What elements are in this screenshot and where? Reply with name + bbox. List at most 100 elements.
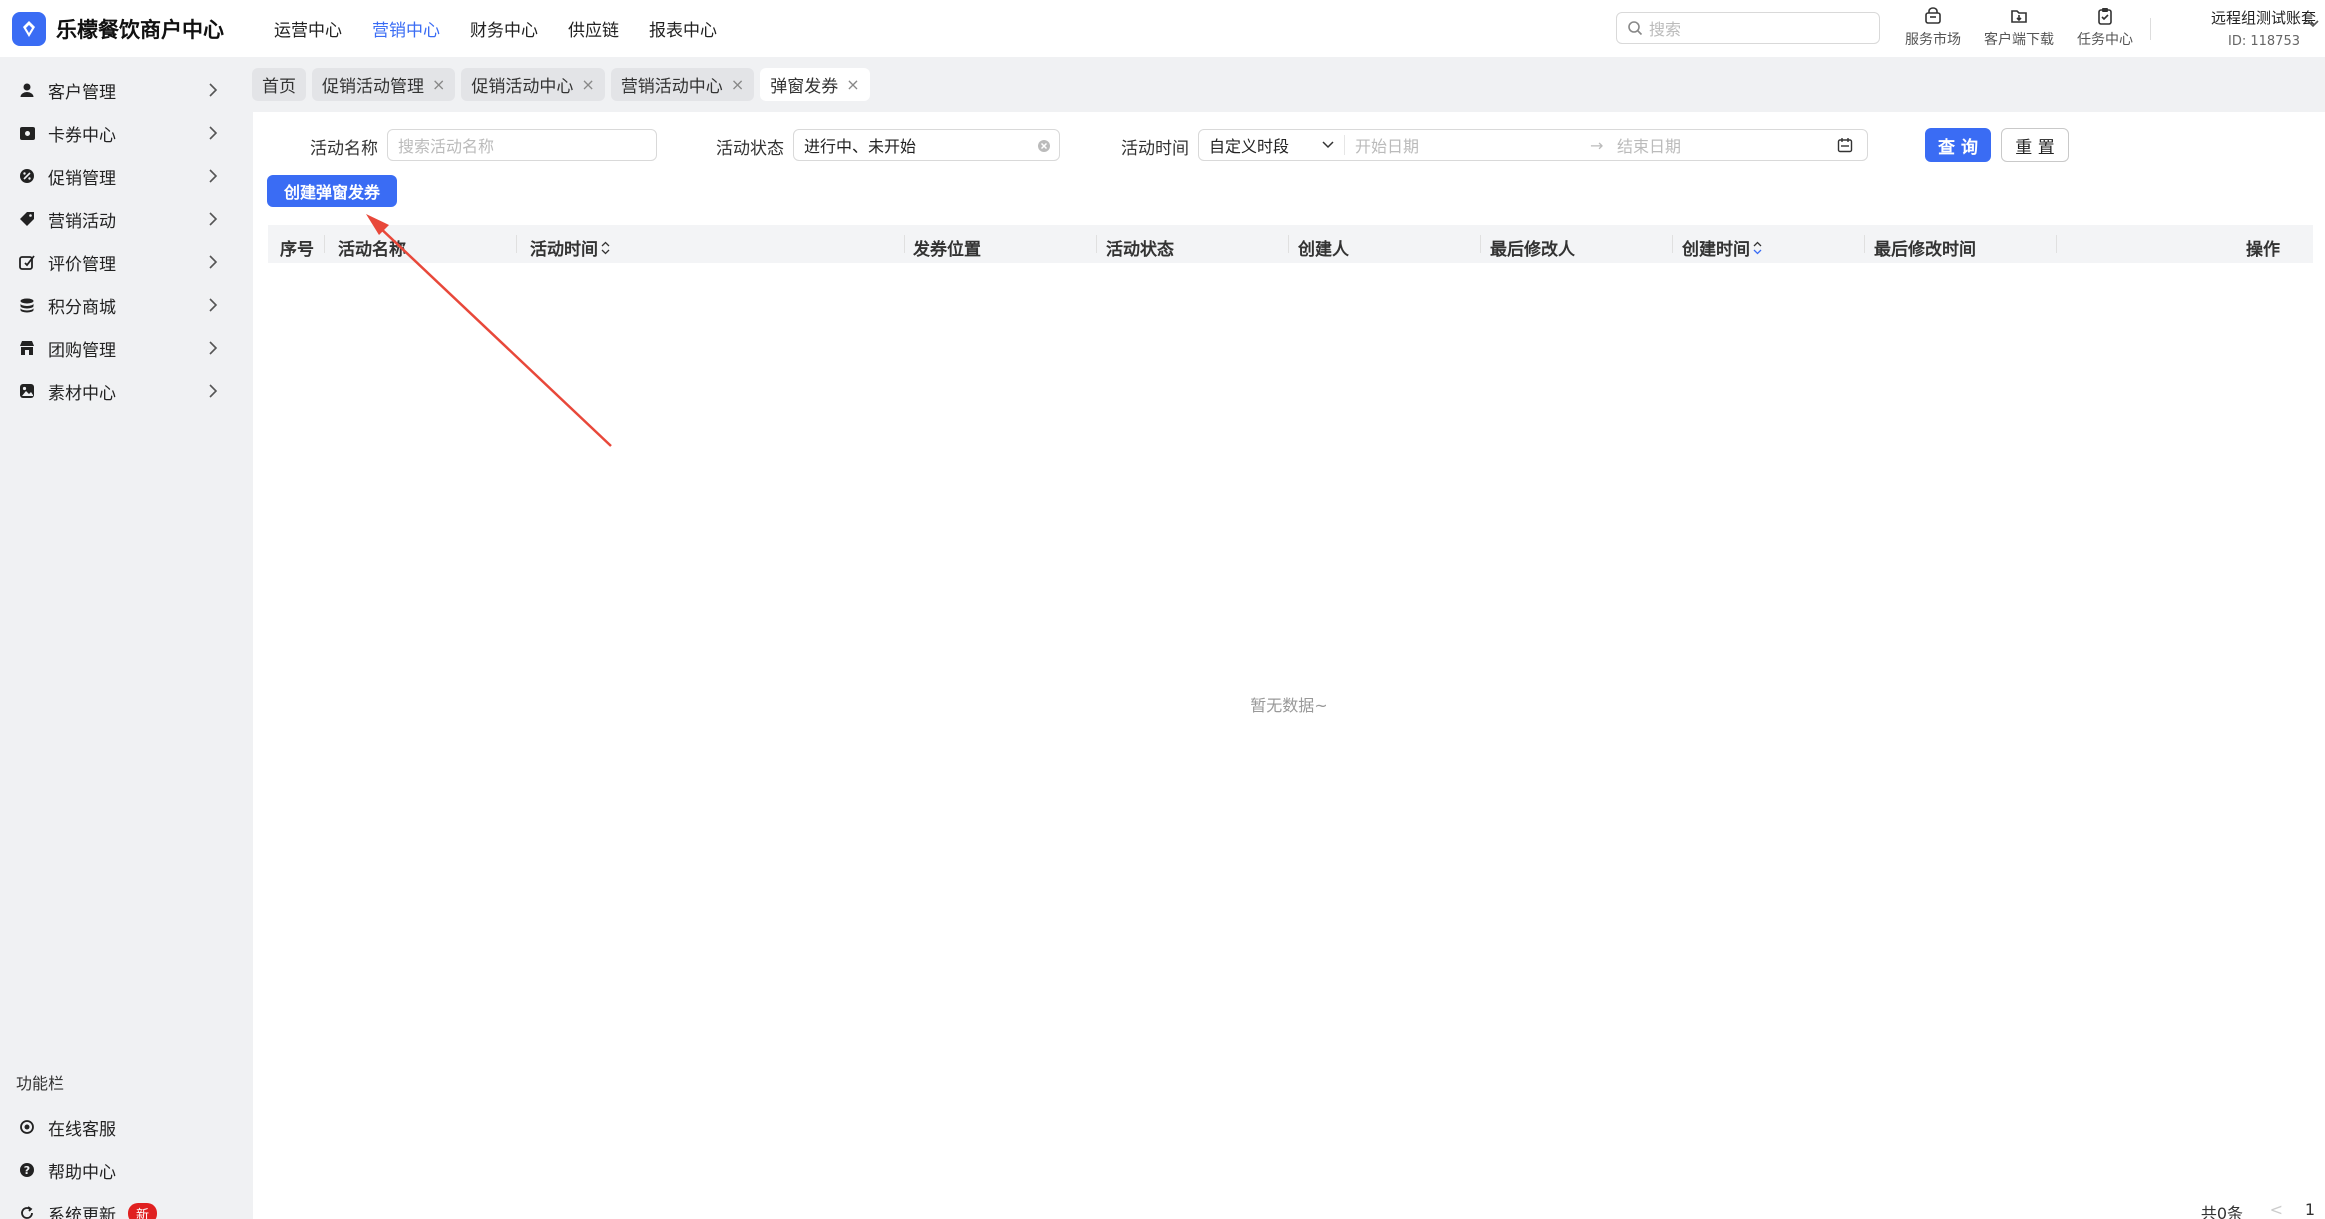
column-divider[interactable] xyxy=(1864,235,1865,253)
column-divider[interactable] xyxy=(516,235,517,253)
sidebar-item-help-center[interactable]: ? 帮助中心 xyxy=(0,1150,238,1190)
sidebar-item-system-update[interactable]: 系统更新 新 xyxy=(0,1193,238,1219)
logo-icon xyxy=(12,11,46,46)
topnav-marketing[interactable]: 营销中心 xyxy=(372,16,440,41)
tab-promotion-center[interactable]: 促销活动中心 × xyxy=(461,68,605,101)
headset-icon xyxy=(18,1118,36,1136)
close-icon[interactable]: × xyxy=(846,75,859,94)
column-header-activity-name: 活动名称 xyxy=(338,240,406,260)
sidebar-item-label: 促销管理 xyxy=(48,168,116,189)
topnav-finance[interactable]: 财务中心 xyxy=(470,16,538,41)
column-header-index: 序号 xyxy=(280,240,314,260)
column-header-coupon-position: 发券位置 xyxy=(913,240,981,260)
activity-status-value: 进行中、未开始 xyxy=(804,137,917,156)
sidebar-item-group-buying[interactable]: 团购管理 xyxy=(0,328,238,368)
sidebar-item-marketing-activities[interactable]: 营销活动 xyxy=(0,199,238,239)
sort-icon[interactable] xyxy=(601,241,610,255)
store-icon xyxy=(1925,7,1941,24)
task-center-label: 任务中心 xyxy=(2077,32,2133,48)
pagination-prev-button[interactable]: < xyxy=(2270,1200,2283,1219)
top-tools: 服务市场 客户端下载 任务中心 xyxy=(1890,6,2148,49)
pagination-page-1[interactable]: 1 xyxy=(2305,1200,2315,1219)
help-icon: ? xyxy=(18,1161,36,1179)
column-divider[interactable] xyxy=(1096,235,1097,253)
query-button[interactable]: 查 询 xyxy=(1925,128,1991,162)
tab-promotion-management[interactable]: 促销活动管理 × xyxy=(312,68,456,101)
tab-marketing-center[interactable]: 营销活动中心 × xyxy=(610,68,755,101)
close-icon[interactable]: × xyxy=(432,75,445,94)
reset-button[interactable]: 重 置 xyxy=(2001,128,2069,162)
column-header-creator: 创建人 xyxy=(1298,240,1349,260)
sidebar-item-customers[interactable]: 客户管理 xyxy=(0,70,238,110)
time-mode-value: 自定义时段 xyxy=(1209,137,1290,156)
user-icon xyxy=(18,81,36,99)
pagination-total: 共0条 xyxy=(2200,1204,2243,1219)
column-divider[interactable] xyxy=(1480,235,1481,253)
card-icon xyxy=(18,124,36,142)
sidebar-item-online-service[interactable]: 在线客服 xyxy=(0,1107,238,1147)
sidebar-item-promotions[interactable]: 促销管理 xyxy=(0,156,238,196)
topnav-reports[interactable]: 报表中心 xyxy=(649,16,717,41)
image-icon xyxy=(18,382,36,400)
close-icon[interactable]: × xyxy=(581,75,594,94)
chevron-right-icon xyxy=(209,341,218,355)
tab-popup-coupon[interactable]: 弹窗发券 × xyxy=(760,68,870,101)
column-divider[interactable] xyxy=(324,235,325,253)
chevron-right-icon xyxy=(209,126,218,140)
end-date-input[interactable]: 结束日期 xyxy=(1615,133,1837,157)
sidebar-item-materials[interactable]: 素材中心 xyxy=(0,371,238,411)
chevron-down-icon xyxy=(1322,141,1334,149)
top-divider xyxy=(2150,18,2151,40)
search-input[interactable]: 搜索 xyxy=(1616,12,1880,44)
start-date-input[interactable]: 开始日期 xyxy=(1345,133,1590,157)
promo-icon xyxy=(18,167,36,185)
service-market-button[interactable]: 服务市场 xyxy=(1890,6,1976,49)
search-placeholder: 搜索 xyxy=(1649,20,1682,39)
account-menu[interactable]: 远程组测试账套 ID: 118753 xyxy=(2176,7,2319,49)
column-divider[interactable] xyxy=(904,235,905,253)
tab-label: 弹窗发券 xyxy=(770,77,839,97)
column-header-activity-time[interactable]: 活动时间 xyxy=(530,235,610,260)
sidebar-item-label: 客户管理 xyxy=(48,82,116,103)
sidebar-item-coupons[interactable]: 卡券中心 xyxy=(0,113,238,153)
activity-time-range[interactable]: 自定义时段 开始日期 → 结束日期 xyxy=(1198,129,1868,161)
shop-icon xyxy=(18,339,36,357)
activity-name-input[interactable]: 搜索活动名称 xyxy=(387,129,657,161)
sort-icon[interactable] xyxy=(1753,241,1762,255)
activity-name-label: 活动名称 xyxy=(310,139,378,159)
points-icon xyxy=(18,296,36,314)
page-tabs: 首页 促销活动管理 × 促销活动中心 × 营销活动中心 × 弹窗发券 × xyxy=(252,68,876,101)
activity-status-select[interactable]: 进行中、未开始 xyxy=(793,129,1060,161)
client-download-label: 客户端下载 xyxy=(1984,32,2054,48)
main-panel: 活动名称 搜索活动名称 活动状态 进行中、未开始 活动时间 自定义时段 开始日期… xyxy=(253,112,2325,1219)
empty-state-text: 暂无数据~ xyxy=(1250,696,1328,715)
sidebar-item-label: 积分商城 xyxy=(48,297,116,318)
top-nav: 运营中心 营销中心 财务中心 供应链 报表中心 xyxy=(274,16,747,41)
column-header-label: 创建时间 xyxy=(1682,240,1750,260)
column-divider[interactable] xyxy=(1672,235,1673,253)
column-header-label: 活动时间 xyxy=(530,240,598,260)
create-popup-coupon-button[interactable]: 创建弹窗发券 xyxy=(267,175,397,207)
activity-name-placeholder: 搜索活动名称 xyxy=(398,137,495,156)
clear-icon[interactable] xyxy=(1037,139,1051,153)
sidebar-item-reviews[interactable]: 评价管理 xyxy=(0,242,238,282)
topnav-supply-chain[interactable]: 供应链 xyxy=(568,16,619,41)
time-mode-select[interactable]: 自定义时段 xyxy=(1199,135,1345,156)
app-logo[interactable]: 乐檬餐饮商户中心 xyxy=(12,11,252,46)
chevron-down-icon xyxy=(2307,20,2319,28)
column-divider[interactable] xyxy=(2056,235,2057,253)
close-icon[interactable]: × xyxy=(731,75,744,94)
tab-label: 促销活动管理 xyxy=(322,77,424,97)
tab-label: 营销活动中心 xyxy=(620,77,723,97)
sidebar-item-points-mall[interactable]: 积分商城 xyxy=(0,285,238,325)
task-center-button[interactable]: 任务中心 xyxy=(2062,6,2148,49)
tab-home[interactable]: 首页 xyxy=(252,68,306,101)
sidebar-item-label: 卡券中心 xyxy=(48,125,116,146)
column-header-created-time[interactable]: 创建时间 xyxy=(1682,235,1762,260)
client-download-button[interactable]: 客户端下载 xyxy=(1976,6,2062,49)
tab-label: 促销活动中心 xyxy=(471,77,574,97)
calendar-icon[interactable] xyxy=(1837,137,1853,153)
topnav-operations[interactable]: 运营中心 xyxy=(274,16,342,41)
column-divider[interactable] xyxy=(1288,235,1289,253)
column-header-last-modifier: 最后修改人 xyxy=(1490,240,1575,260)
